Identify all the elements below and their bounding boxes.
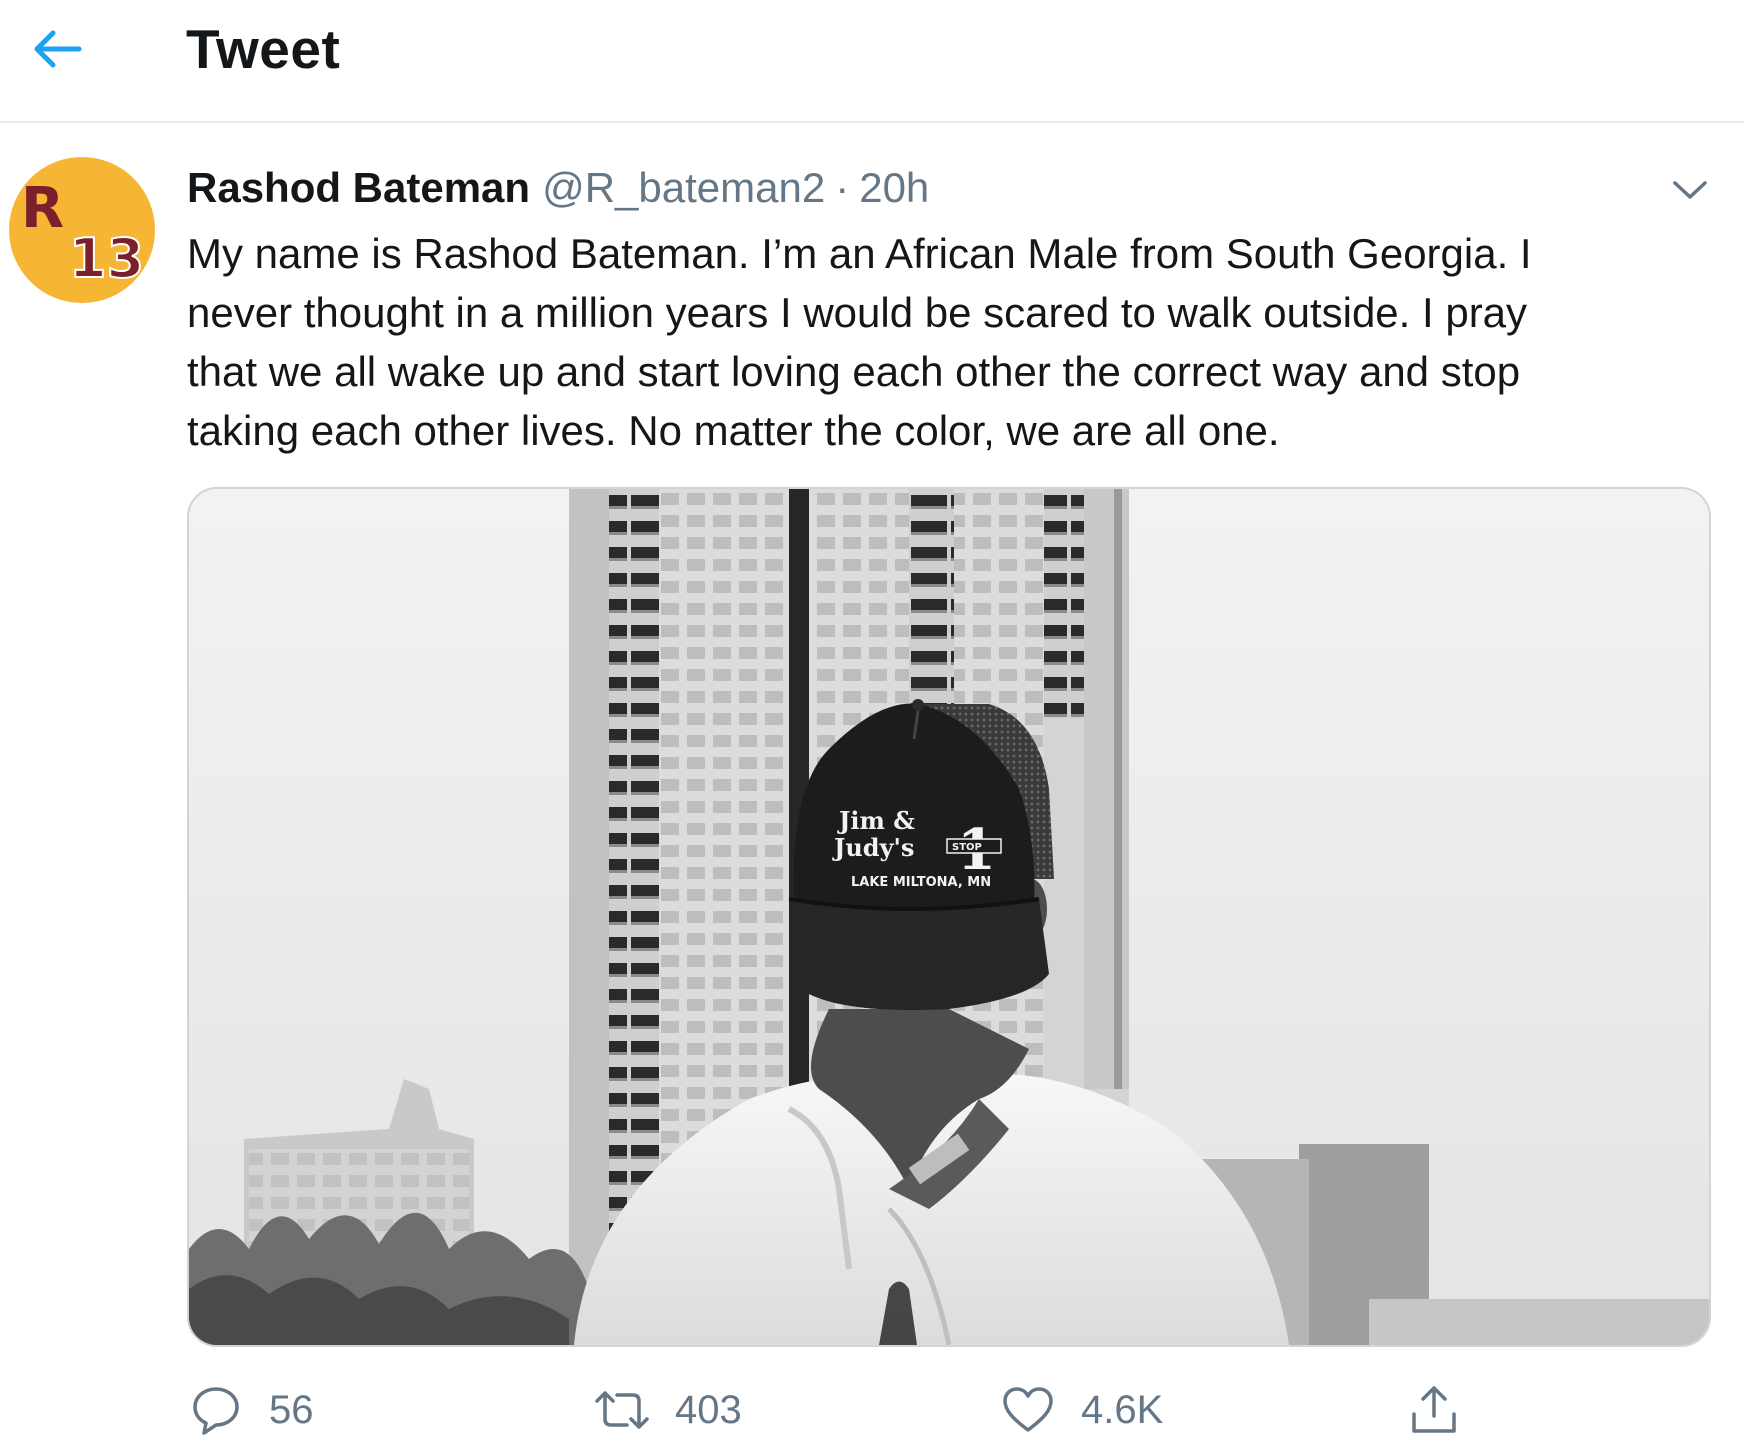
author-handle[interactable]: @R_bateman2: [542, 164, 825, 211]
reply-count: 56: [269, 1387, 314, 1432]
author-name[interactable]: Rashod Bateman: [187, 164, 530, 211]
hat-text-line1: Jim &: [837, 806, 915, 835]
reply-button[interactable]: 56: [187, 1378, 314, 1435]
like-button[interactable]: 4.6K: [999, 1378, 1163, 1435]
avatar-logo: R 13: [21, 176, 145, 291]
retweet-icon: [593, 1381, 651, 1435]
tweet-meta: Rashod Bateman @R_bateman2 · 20h: [187, 160, 929, 216]
avatar-logo-r: R: [21, 176, 64, 241]
photo-illustration: Jim & Judy's 1 STOP LAKE MILTONA, MN: [189, 489, 1709, 1345]
like-count: 4.6K: [1081, 1387, 1164, 1432]
arrow-left-icon: [34, 30, 82, 68]
like-icon: [999, 1381, 1057, 1435]
back-button[interactable]: [22, 14, 92, 84]
retweet-button[interactable]: 403: [593, 1378, 742, 1435]
tweet-page: Tweet R 13 Rashod Bateman @R_bateman2 · 20h…: [0, 0, 1744, 1435]
tweet-photo[interactable]: Jim & Judy's 1 STOP LAKE MILTONA, MN: [187, 487, 1711, 1347]
hat-location: LAKE MILTONA, MN: [851, 875, 991, 890]
reply-icon: [187, 1381, 245, 1435]
page-header: Tweet: [0, 0, 1744, 123]
hat-text-line2: Judy's: [832, 833, 914, 862]
more-options-button[interactable]: [1660, 160, 1720, 220]
share-icon: [1405, 1381, 1463, 1435]
share-button[interactable]: [1405, 1378, 1463, 1435]
avatar[interactable]: R 13: [9, 157, 155, 303]
retweet-count: 403: [675, 1387, 742, 1432]
hat-stop: STOP: [952, 842, 982, 853]
tweet-text: My name is Rashod Bateman. I’m an Africa…: [187, 230, 1532, 454]
chevron-down-icon: [1673, 181, 1707, 199]
avatar-logo-13: 13: [69, 227, 144, 290]
page-title: Tweet: [186, 18, 341, 80]
tweet-timestamp[interactable]: 20h: [859, 164, 929, 211]
meta-separator: ·: [835, 164, 850, 211]
